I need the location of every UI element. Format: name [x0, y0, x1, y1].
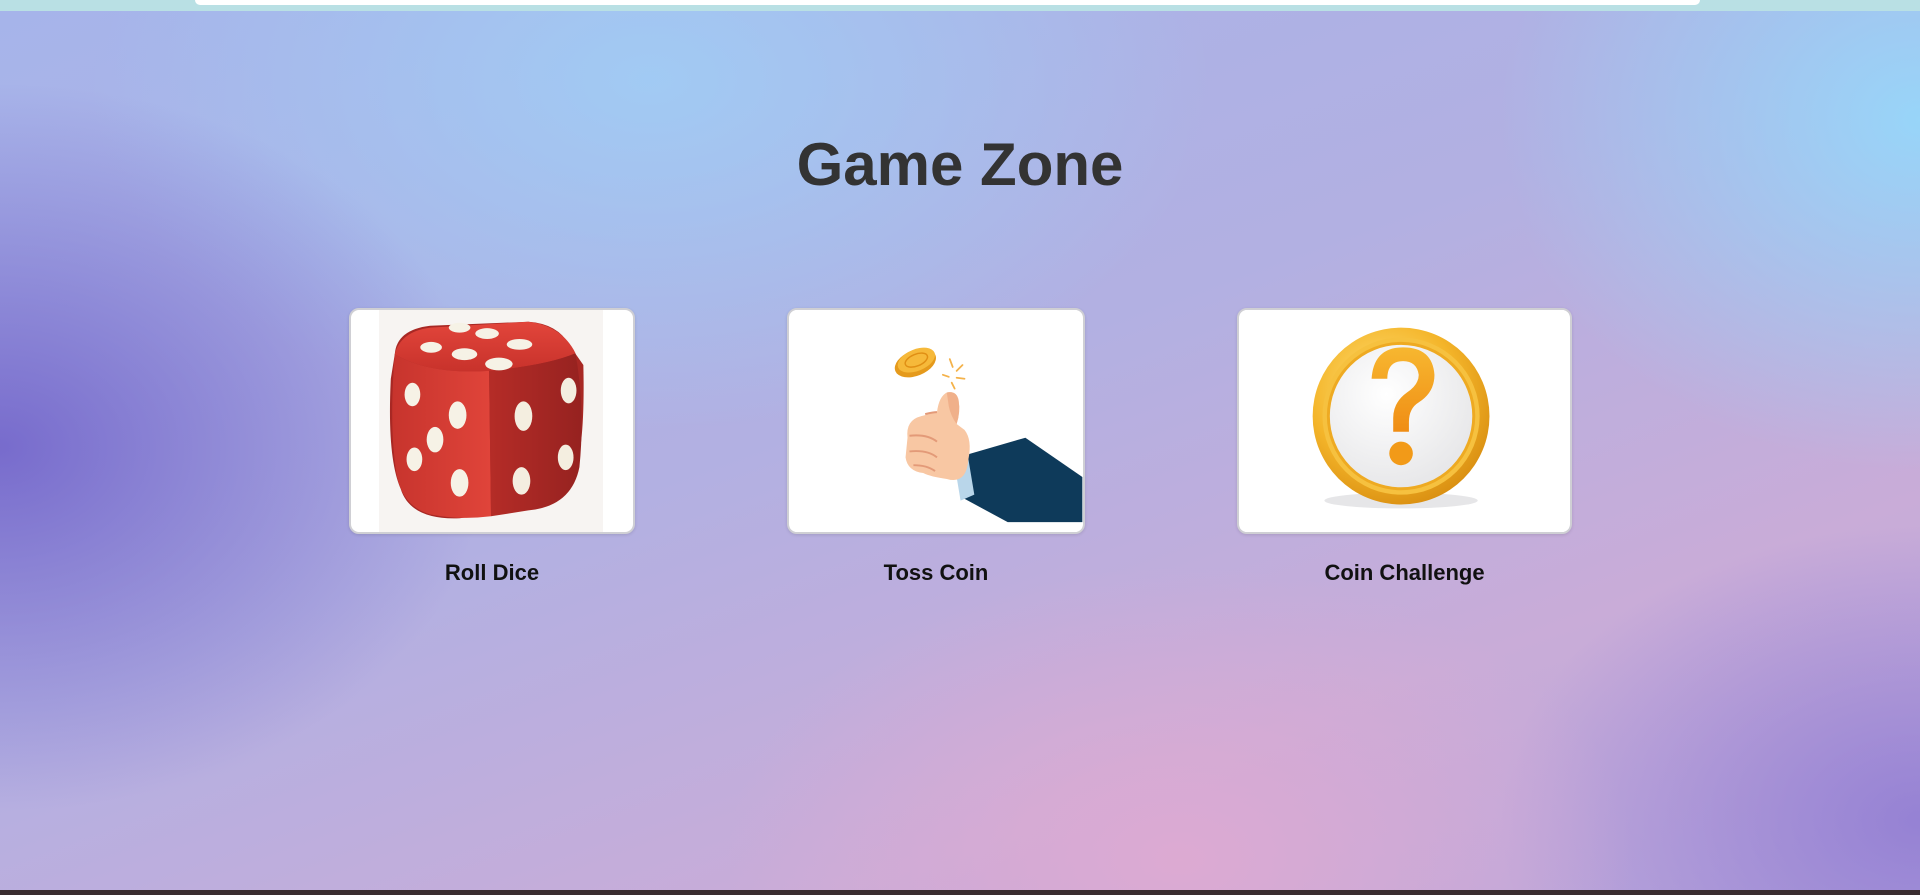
toss-coin-label[interactable]: Toss Coin — [787, 560, 1085, 586]
page-title: Game Zone — [796, 131, 1124, 198]
browser-top-strip — [0, 0, 1920, 11]
coin-challenge-card[interactable] — [1237, 308, 1572, 534]
address-bar-edge — [195, 0, 1700, 5]
roll-dice-label[interactable]: Roll Dice — [349, 560, 635, 586]
coin-challenge-label[interactable]: Coin Challenge — [1237, 560, 1572, 586]
roll-dice-card[interactable] — [349, 308, 635, 534]
coin-toss-hand-icon — [789, 310, 1083, 532]
red-dice-icon — [379, 310, 603, 532]
gold-question-coin-icon — [1239, 310, 1570, 532]
bottom-edge — [0, 890, 1920, 895]
toss-coin-card[interactable] — [787, 308, 1085, 534]
